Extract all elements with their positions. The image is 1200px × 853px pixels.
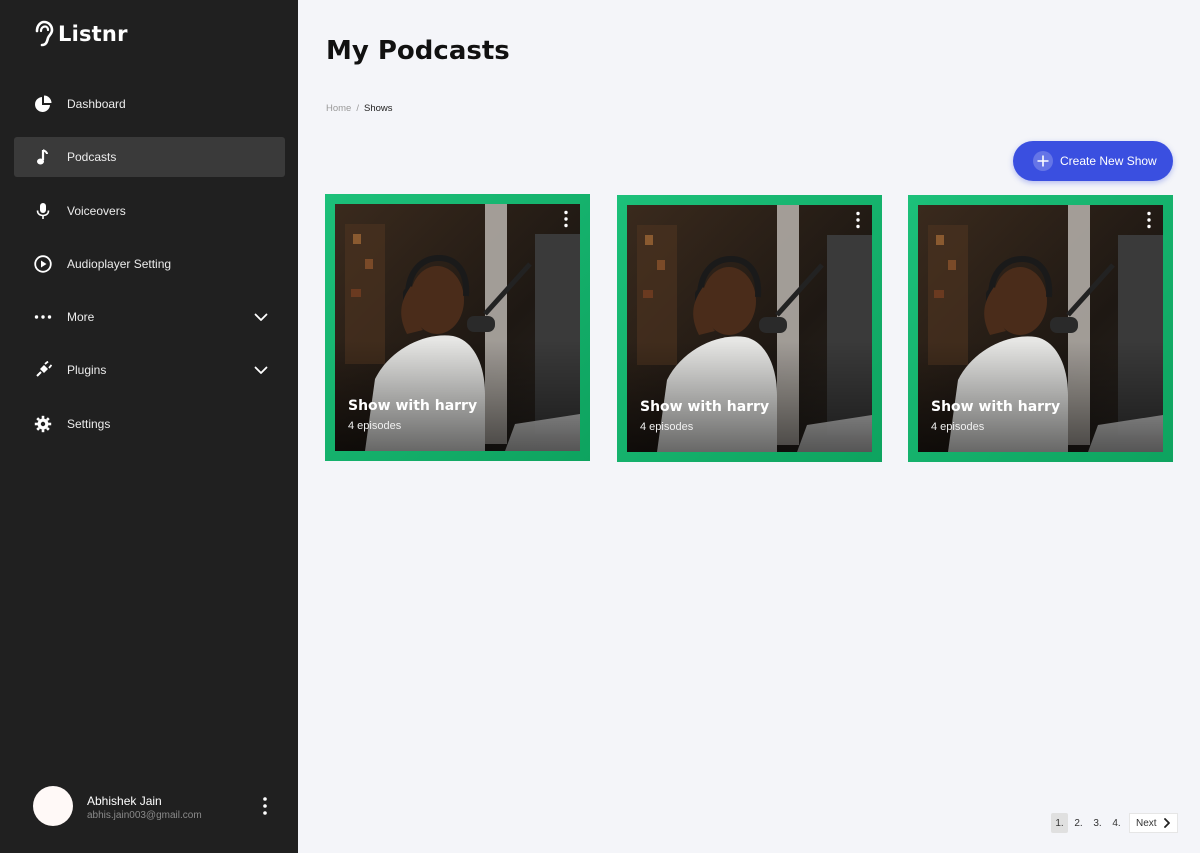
plus-icon (1033, 151, 1053, 171)
show-episode-count: 4 episodes (640, 421, 694, 433)
kebab-menu-icon[interactable] (1145, 211, 1153, 229)
brand-logo[interactable]: Listnr (32, 20, 128, 48)
play-circle-icon (34, 255, 52, 273)
pagination: 1. 2. 3. 4. Next (1051, 813, 1178, 833)
sidebar-item-label: Voiceovers (67, 203, 126, 218)
sidebar: Listnr Dashboard Podcasts Voiceovers Aud… (0, 0, 298, 853)
sidebar-nav: Dashboard Podcasts Voiceovers Audioplaye… (14, 84, 285, 457)
sidebar-item-label: Settings (67, 416, 111, 431)
chevron-down-icon[interactable] (253, 362, 269, 378)
chevron-right-icon (1163, 818, 1170, 828)
page-4-button[interactable]: 4. (1108, 813, 1125, 833)
sidebar-item-more[interactable]: More (14, 297, 285, 337)
next-page-button[interactable]: Next (1129, 813, 1178, 833)
page-2-button[interactable]: 2. (1070, 813, 1087, 833)
sidebar-item-voiceovers[interactable]: Voiceovers (14, 191, 285, 231)
breadcrumb-home[interactable]: Home (326, 103, 351, 114)
show-cover-image: Show with harry 4 episodes (335, 204, 580, 451)
sidebar-item-dashboard[interactable]: Dashboard (14, 84, 285, 124)
sidebar-item-audioplayer-setting[interactable]: Audioplayer Setting (14, 244, 285, 284)
plugin-icon (34, 361, 52, 379)
show-episode-count: 4 episodes (931, 421, 985, 433)
avatar[interactable] (33, 786, 73, 826)
sidebar-item-podcasts[interactable]: Podcasts (14, 137, 285, 178)
kebab-menu-icon[interactable] (562, 210, 570, 228)
breadcrumb-separator: / (356, 103, 359, 114)
user-email: abhis.jain003@gmail.com (87, 810, 202, 821)
show-cover-image: Show with harry 4 episodes (918, 205, 1163, 452)
show-cover-image: Show with harry 4 episodes (627, 205, 872, 452)
page-1-button[interactable]: 1. (1051, 813, 1068, 833)
show-card[interactable]: Show with harry 4 episodes (908, 195, 1173, 462)
pie-chart-icon (34, 95, 52, 113)
show-title: Show with harry (931, 399, 1061, 415)
chevron-down-icon[interactable] (253, 309, 269, 325)
sidebar-item-label: Audioplayer Setting (67, 256, 172, 271)
sidebar-item-plugins[interactable]: Plugins (14, 350, 285, 390)
sidebar-item-label: Dashboard (67, 97, 126, 111)
breadcrumb-current: Shows (363, 103, 393, 114)
kebab-menu-icon[interactable] (854, 211, 862, 229)
sidebar-item-label: Podcasts (67, 150, 117, 165)
user-profile: Abhishek Jain abhis.jain003@gmail.com (33, 786, 283, 826)
kebab-menu-icon[interactable] (261, 796, 269, 816)
create-new-show-button[interactable]: Create New Show (1013, 141, 1173, 181)
sidebar-item-label: More (67, 310, 95, 325)
sidebar-item-label: Plugins (67, 363, 107, 378)
music-note-icon (34, 148, 52, 166)
more-dots-icon (34, 308, 52, 326)
show-episode-count: 4 episodes (348, 420, 402, 432)
brand-name: Listnr (58, 22, 128, 46)
sidebar-item-settings[interactable]: Settings (14, 404, 285, 444)
show-card[interactable]: Show with harry 4 episodes (617, 195, 882, 462)
create-button-label: Create New Show (1060, 154, 1157, 168)
user-name: Abhishek Jain (87, 794, 162, 808)
show-title: Show with harry (640, 399, 770, 415)
next-page-label: Next (1136, 817, 1157, 829)
page-title: My Podcasts (326, 36, 510, 66)
show-card[interactable]: Show with harry 4 episodes (325, 194, 590, 461)
gear-icon (34, 415, 52, 433)
breadcrumb: Home / Shows (326, 103, 393, 114)
page-3-button[interactable]: 3. (1089, 813, 1106, 833)
microphone-icon (34, 202, 52, 220)
ear-logo-icon (35, 20, 54, 47)
show-title: Show with harry (348, 398, 478, 414)
